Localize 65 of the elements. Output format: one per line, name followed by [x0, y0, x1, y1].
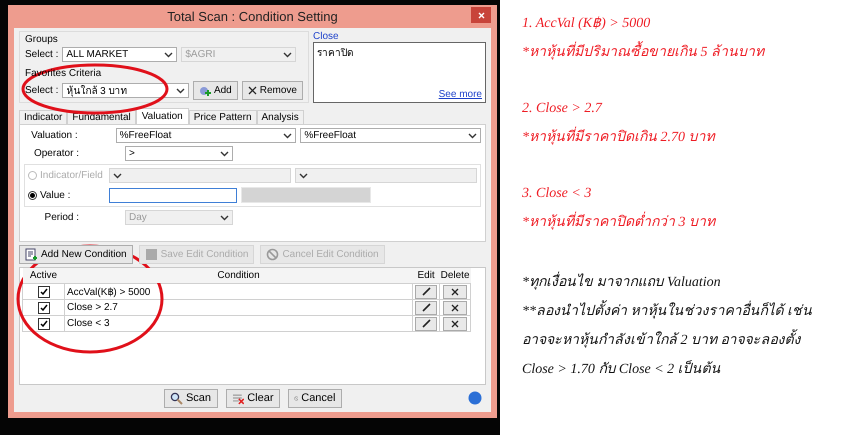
group-dropdown[interactable]: ALL MARKET — [62, 47, 178, 62]
delete-button[interactable] — [443, 316, 468, 330]
close-icon — [451, 288, 460, 296]
field-dropdown[interactable] — [294, 168, 477, 183]
delete-button[interactable] — [443, 300, 468, 314]
edit-button[interactable] — [415, 284, 438, 298]
condition-heading: 3. Close < 3 — [522, 186, 592, 202]
edit-button[interactable] — [415, 300, 438, 314]
valuation-dropdown[interactable]: %FreeFloat — [116, 128, 296, 143]
see-more-link[interactable]: See more — [438, 89, 482, 100]
close-icon — [248, 86, 257, 95]
condition-heading: 1. AccVal (K฿) > 5000 — [522, 15, 652, 32]
table-cell: Close > 2.7 — [64, 300, 413, 316]
operator-dropdown[interactable]: > — [125, 146, 233, 161]
delete-button[interactable] — [443, 284, 468, 298]
checkbox[interactable] — [38, 286, 50, 298]
tab[interactable]: Indicator — [19, 110, 68, 124]
column-header: Delete — [440, 268, 470, 284]
clear-icon — [232, 392, 244, 404]
condition-heading: 2. Close > 2.7 — [522, 101, 604, 117]
table-cell: Close < 3 — [64, 316, 413, 332]
field-label: Select : — [25, 85, 58, 96]
remove-button[interactable]: Remove — [242, 81, 303, 100]
tab[interactable]: Price Pattern — [188, 110, 257, 124]
condition-explanation: *หาหุ้นที่มีราคาปิดต่ำกว่า 3 บาท — [522, 210, 850, 232]
description-text: ราคาปิด — [317, 47, 354, 60]
column-header: Condition — [64, 268, 413, 284]
radio-option[interactable]: Value : — [28, 190, 103, 200]
field-label: Select : — [25, 49, 58, 60]
close-icon — [478, 12, 484, 18]
favorites-dropdown[interactable]: หุ้นใกล้ 3 บาท — [62, 83, 189, 98]
remark-text: *ทุกเงื่อนไข มาจากแถบ Valuation — [522, 268, 828, 297]
toolbar-button[interactable]: Add New Condition — [19, 245, 133, 264]
field-label: Valuation : — [30, 130, 78, 141]
tab[interactable]: Valuation — [136, 108, 189, 124]
column-header: Edit — [412, 268, 440, 284]
condition-explanation: *หาหุ้นที่มีปริมาณซื้อขายเกิน 5 ล้านบาท — [522, 40, 850, 62]
value-input[interactable] — [109, 188, 237, 202]
dialog-button[interactable]: Scan — [164, 388, 218, 408]
no-entry-icon — [266, 248, 280, 261]
section-label: Groups — [25, 34, 59, 45]
close-icon — [451, 320, 460, 328]
search-icon — [170, 392, 183, 404]
remark-text: **ลองนำไปตั้งค่า หาหุ้นในช่วงราคาอื่นก็ได้ เช่น อาจจะหาหุ้นกำลังเข้าใกล้ 2 บาท อาจจะลองตั้ง Close > 1.70 กับ Close < 2 เป็นต้น — [522, 297, 828, 384]
dialog-button[interactable]: Cancel — [288, 388, 342, 408]
close-icon — [451, 304, 460, 312]
valuation-dropdown[interactable]: %FreeFloat — [300, 128, 481, 143]
condition-explanation: *หาหุ้นที่มีราคาปิดเกิน 2.70 บาท — [522, 125, 850, 147]
edit-button[interactable] — [415, 316, 438, 330]
field-label: Period : — [44, 212, 79, 223]
table-cell: AccVal(K฿) > 5000 — [64, 284, 413, 300]
field-dropdown[interactable] — [108, 168, 291, 183]
dialog-button[interactable]: Clear — [226, 388, 280, 408]
tab[interactable]: Analysis — [256, 110, 304, 124]
checkbox[interactable] — [38, 318, 50, 330]
field-label: Operator : — [32, 148, 79, 159]
checkbox[interactable] — [38, 302, 50, 314]
add-list-icon — [25, 248, 38, 261]
column-header: Active — [22, 268, 64, 284]
close-button[interactable] — [471, 7, 491, 23]
description-title: Close — [313, 31, 340, 42]
add-button[interactable]: Add — [192, 81, 238, 100]
add-icon — [198, 84, 211, 96]
window-title: Total Scan : Condition Setting — [167, 9, 338, 24]
help-icon[interactable] — [468, 391, 482, 405]
